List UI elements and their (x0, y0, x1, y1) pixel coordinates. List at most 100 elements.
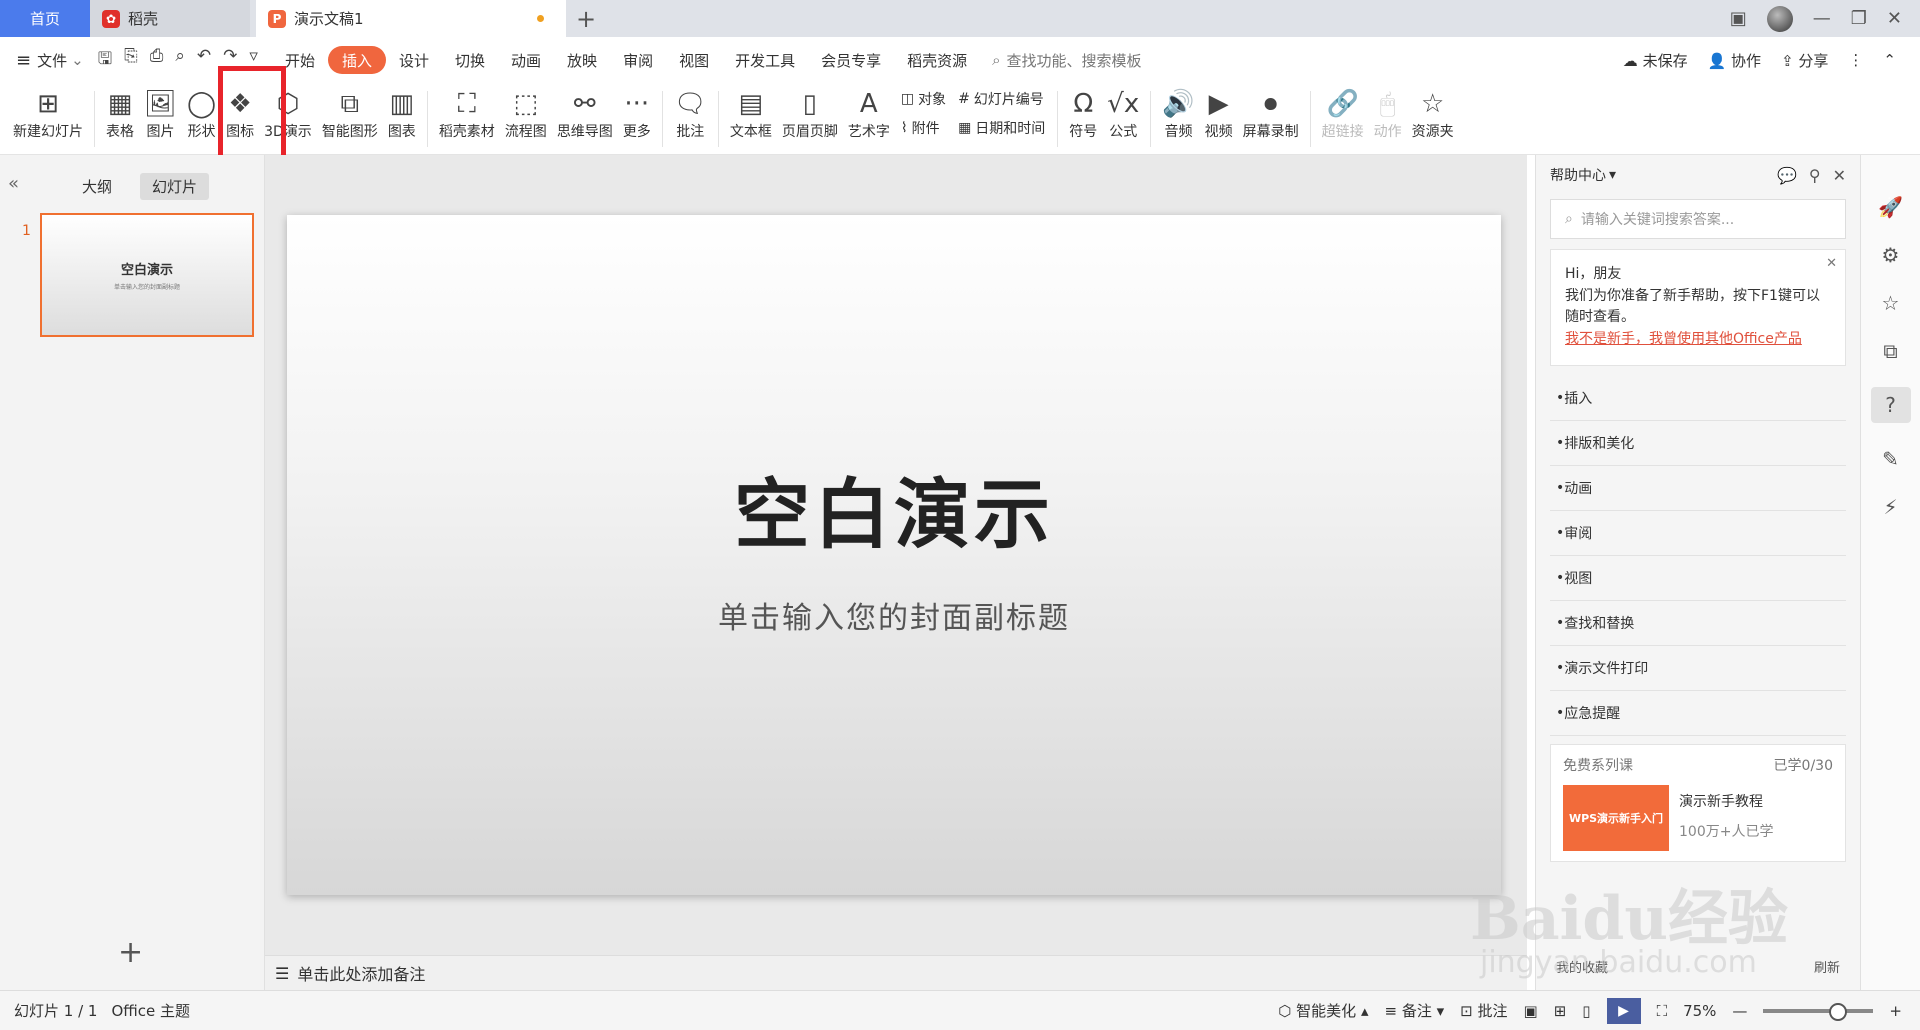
tab-slides[interactable]: 幻灯片 (140, 173, 210, 200)
collapse-panel-icon[interactable]: « (8, 173, 19, 194)
menu-view[interactable]: 视图 (666, 46, 722, 74)
help-topic[interactable]: • 审阅 (1550, 511, 1846, 556)
smartart-button[interactable]: ⧉ 智能图形 (317, 83, 383, 153)
collapse-ribbon-icon[interactable]: ⌃ (1883, 51, 1896, 69)
rocket-icon[interactable]: 🚀 (1878, 195, 1903, 219)
mindmap-button[interactable]: ⚯ 思维导图 (552, 83, 618, 153)
feature-search[interactable]: ⌕ 查找功能、搜索模板 (992, 50, 1141, 71)
help-topic[interactable]: • 演示文件打印 (1550, 646, 1846, 691)
tab-outline[interactable]: 大纲 (70, 173, 124, 200)
slide[interactable]: 空白演示 单击输入您的封面副标题 (287, 215, 1501, 895)
fit-icon[interactable]: ⛶ (1657, 1002, 1668, 1020)
collab-button[interactable]: 👤 协作 (1708, 50, 1761, 71)
more-button[interactable]: ··· 更多 (618, 83, 656, 153)
textbox-button[interactable]: ▤ 文本框 (725, 83, 777, 153)
video-button[interactable]: ▶ 视频 (1200, 83, 1238, 153)
share-button[interactable]: ⇪ 分享 (1781, 50, 1828, 71)
help-icon[interactable]: ? (1870, 387, 1911, 423)
daoke-material-button[interactable]: ⛶ 稻壳素材 (434, 83, 500, 153)
menu-member[interactable]: 会员专享 (808, 46, 894, 74)
hamburger-icon[interactable]: ≡ (16, 50, 31, 71)
save-icon[interactable]: 🖫 (98, 46, 112, 75)
help-topic[interactable]: • 排版和美化 (1550, 421, 1846, 466)
close-icon[interactable]: ✕ (1833, 166, 1846, 185)
add-tab-button[interactable]: + (566, 0, 606, 37)
theme-name[interactable]: Office 主题 (111, 1000, 190, 1021)
window-layout-icon[interactable]: ▣ (1730, 8, 1747, 29)
help-search-input[interactable]: ⌕ 请输入关键词搜索答案... (1550, 199, 1846, 239)
avatar[interactable] (1766, 5, 1793, 32)
unsaved-button[interactable]: ☁ 未保存 (1623, 50, 1688, 71)
undo-icon[interactable]: ↶ (197, 46, 211, 75)
print-icon[interactable]: ⎙ (150, 46, 164, 75)
beautify-icon[interactable]: ✎ (1882, 447, 1899, 471)
table-button[interactable]: ▦ 表格 (101, 83, 139, 153)
refresh-link[interactable]: 刷新 (1814, 957, 1840, 976)
hyperlink-button[interactable]: 🔗 超链接 (1317, 83, 1369, 153)
header-footer-button[interactable]: ▯ 页眉页脚 (777, 83, 843, 153)
audio-button[interactable]: 🔊 音频 (1157, 83, 1199, 153)
zoom-in-button[interactable]: + (1889, 1002, 1902, 1020)
notes-button[interactable]: ≡ 备注 ▾ (1385, 1000, 1445, 1021)
chart-button[interactable]: ▥ 图表 (383, 83, 421, 153)
restore-button[interactable]: ❐ (1851, 8, 1867, 29)
file-menu[interactable]: 文件 (37, 50, 67, 71)
help-topic[interactable]: • 应急提醒 (1550, 691, 1846, 736)
more-options-icon[interactable]: ⋮ (1848, 51, 1863, 69)
comment-status-button[interactable]: ⊡ 批注 (1460, 1000, 1507, 1021)
tab-document[interactable]: P 演示文稿1 (256, 0, 566, 37)
resource-button[interactable]: ☆ 资源夹 (1407, 83, 1459, 153)
slides-icon[interactable]: ⧉ (1883, 339, 1897, 363)
tab-home[interactable]: 首页 (0, 0, 90, 37)
picture-button[interactable]: 🖼 图片 (139, 83, 182, 153)
shape-button[interactable]: ◯ 形状 (182, 83, 221, 153)
menu-review[interactable]: 审阅 (610, 46, 666, 74)
play-button[interactable]: ▶ (1606, 997, 1641, 1024)
reading-view-icon[interactable]: ▯ (1582, 1002, 1590, 1020)
help-topic[interactable]: • 插入 (1550, 376, 1846, 421)
beautify-button[interactable]: ⬡ 智能美化 ▴ (1278, 1000, 1368, 1021)
chat-icon[interactable]: 💬 (1777, 166, 1797, 185)
export-pdf-icon[interactable]: ⎘ (124, 46, 138, 75)
help-topic[interactable]: • 视图 (1550, 556, 1846, 601)
zoom-out-button[interactable]: — (1732, 1002, 1747, 1020)
action-button[interactable]: 🖱 动作 (1369, 83, 1407, 153)
grid-view-icon[interactable]: ⊞ (1554, 1002, 1567, 1020)
slide-number-button[interactable]: # 幻灯片编号 (958, 89, 1045, 109)
slide-subtitle[interactable]: 单击输入您的封面副标题 (718, 593, 1070, 637)
menu-transition[interactable]: 切换 (442, 46, 498, 74)
comment-button[interactable]: 🗨 批注 (669, 83, 712, 153)
minimize-button[interactable]: — (1813, 8, 1831, 29)
screen-record-button[interactable]: ⏺ 屏幕录制 (1238, 83, 1304, 153)
symbol-button[interactable]: Ω 符号 (1064, 83, 1102, 153)
close-button[interactable]: ✕ (1887, 8, 1902, 29)
formula-button[interactable]: √x 公式 (1102, 83, 1144, 153)
attachment-button[interactable]: ⌇ 附件 (901, 118, 946, 138)
help-title[interactable]: 帮助中心 (1550, 165, 1606, 185)
course-card[interactable]: 免费系列课 已学0/30 WPS演示新手入门 演示新手教程 100万+人已学 (1550, 743, 1846, 862)
help-topic[interactable]: • 动画 (1550, 466, 1846, 511)
slide-title[interactable]: 空白演示 (734, 453, 1054, 563)
slide-thumbnail[interactable]: 空白演示 单击输入您的封面副标题 (40, 213, 254, 337)
flowchart-button[interactable]: ⬚ 流程图 (500, 83, 552, 153)
add-slide-button[interactable]: + (118, 935, 143, 970)
star-icon[interactable]: ☆ (1882, 291, 1900, 315)
menu-developer[interactable]: 开发工具 (722, 46, 808, 74)
menu-design[interactable]: 设计 (386, 46, 442, 74)
not-newbie-link[interactable]: 我不是新手，我曾使用其他Office产品 (1565, 331, 1802, 347)
preview-icon[interactable]: ⌕ (175, 46, 185, 75)
zoom-level[interactable]: 75% (1683, 1002, 1716, 1020)
menu-insert[interactable]: 插入 (327, 46, 386, 74)
tab-daoke[interactable]: ✿ 稻壳 (90, 0, 250, 37)
menu-slideshow[interactable]: 放映 (554, 46, 610, 74)
lightning-icon[interactable]: ⚡ (1883, 495, 1897, 519)
close-icon[interactable]: ✕ (1826, 254, 1837, 274)
wordart-button[interactable]: A 艺术字 (843, 83, 895, 153)
new-slide-button[interactable]: ⊞ 新建幻灯片 (8, 83, 88, 153)
menu-animation[interactable]: 动画 (498, 46, 554, 74)
datetime-button[interactable]: ▦ 日期和时间 (958, 118, 1045, 138)
settings-sliders-icon[interactable]: ⚙ (1882, 243, 1900, 267)
normal-view-icon[interactable]: ▣ (1524, 1002, 1538, 1020)
zoom-slider[interactable] (1763, 1002, 1874, 1021)
pin-icon[interactable]: ⚲ (1809, 166, 1821, 185)
